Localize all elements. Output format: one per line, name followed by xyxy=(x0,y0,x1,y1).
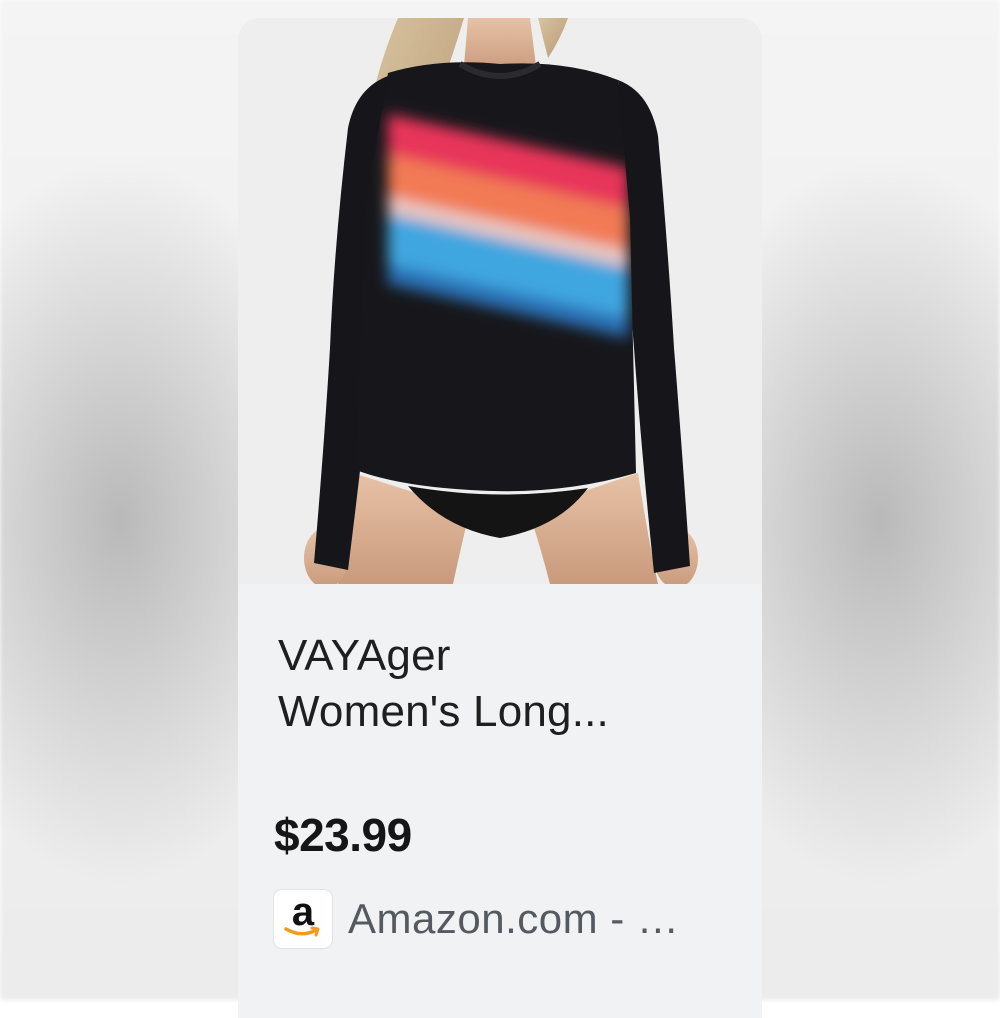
product-title-line-2: Women's Long... xyxy=(278,687,609,736)
amazon-smile-icon xyxy=(284,926,320,937)
product-title[interactable]: VAYAger Women's Long... xyxy=(278,628,738,740)
product-title-line-1: VAYAger xyxy=(278,631,451,680)
merchant-name: Amazon.com - … xyxy=(348,895,680,942)
amazon-icon: a xyxy=(274,890,332,948)
merchant-source[interactable]: a Amazon.com - … xyxy=(274,890,679,948)
product-card[interactable]: VAYAger Women's Long... $23.99 a Amazon.… xyxy=(238,18,762,1018)
rash-guard-photo-icon xyxy=(304,18,698,584)
product-price: $23.99 xyxy=(274,809,412,861)
product-image[interactable] xyxy=(238,18,762,584)
